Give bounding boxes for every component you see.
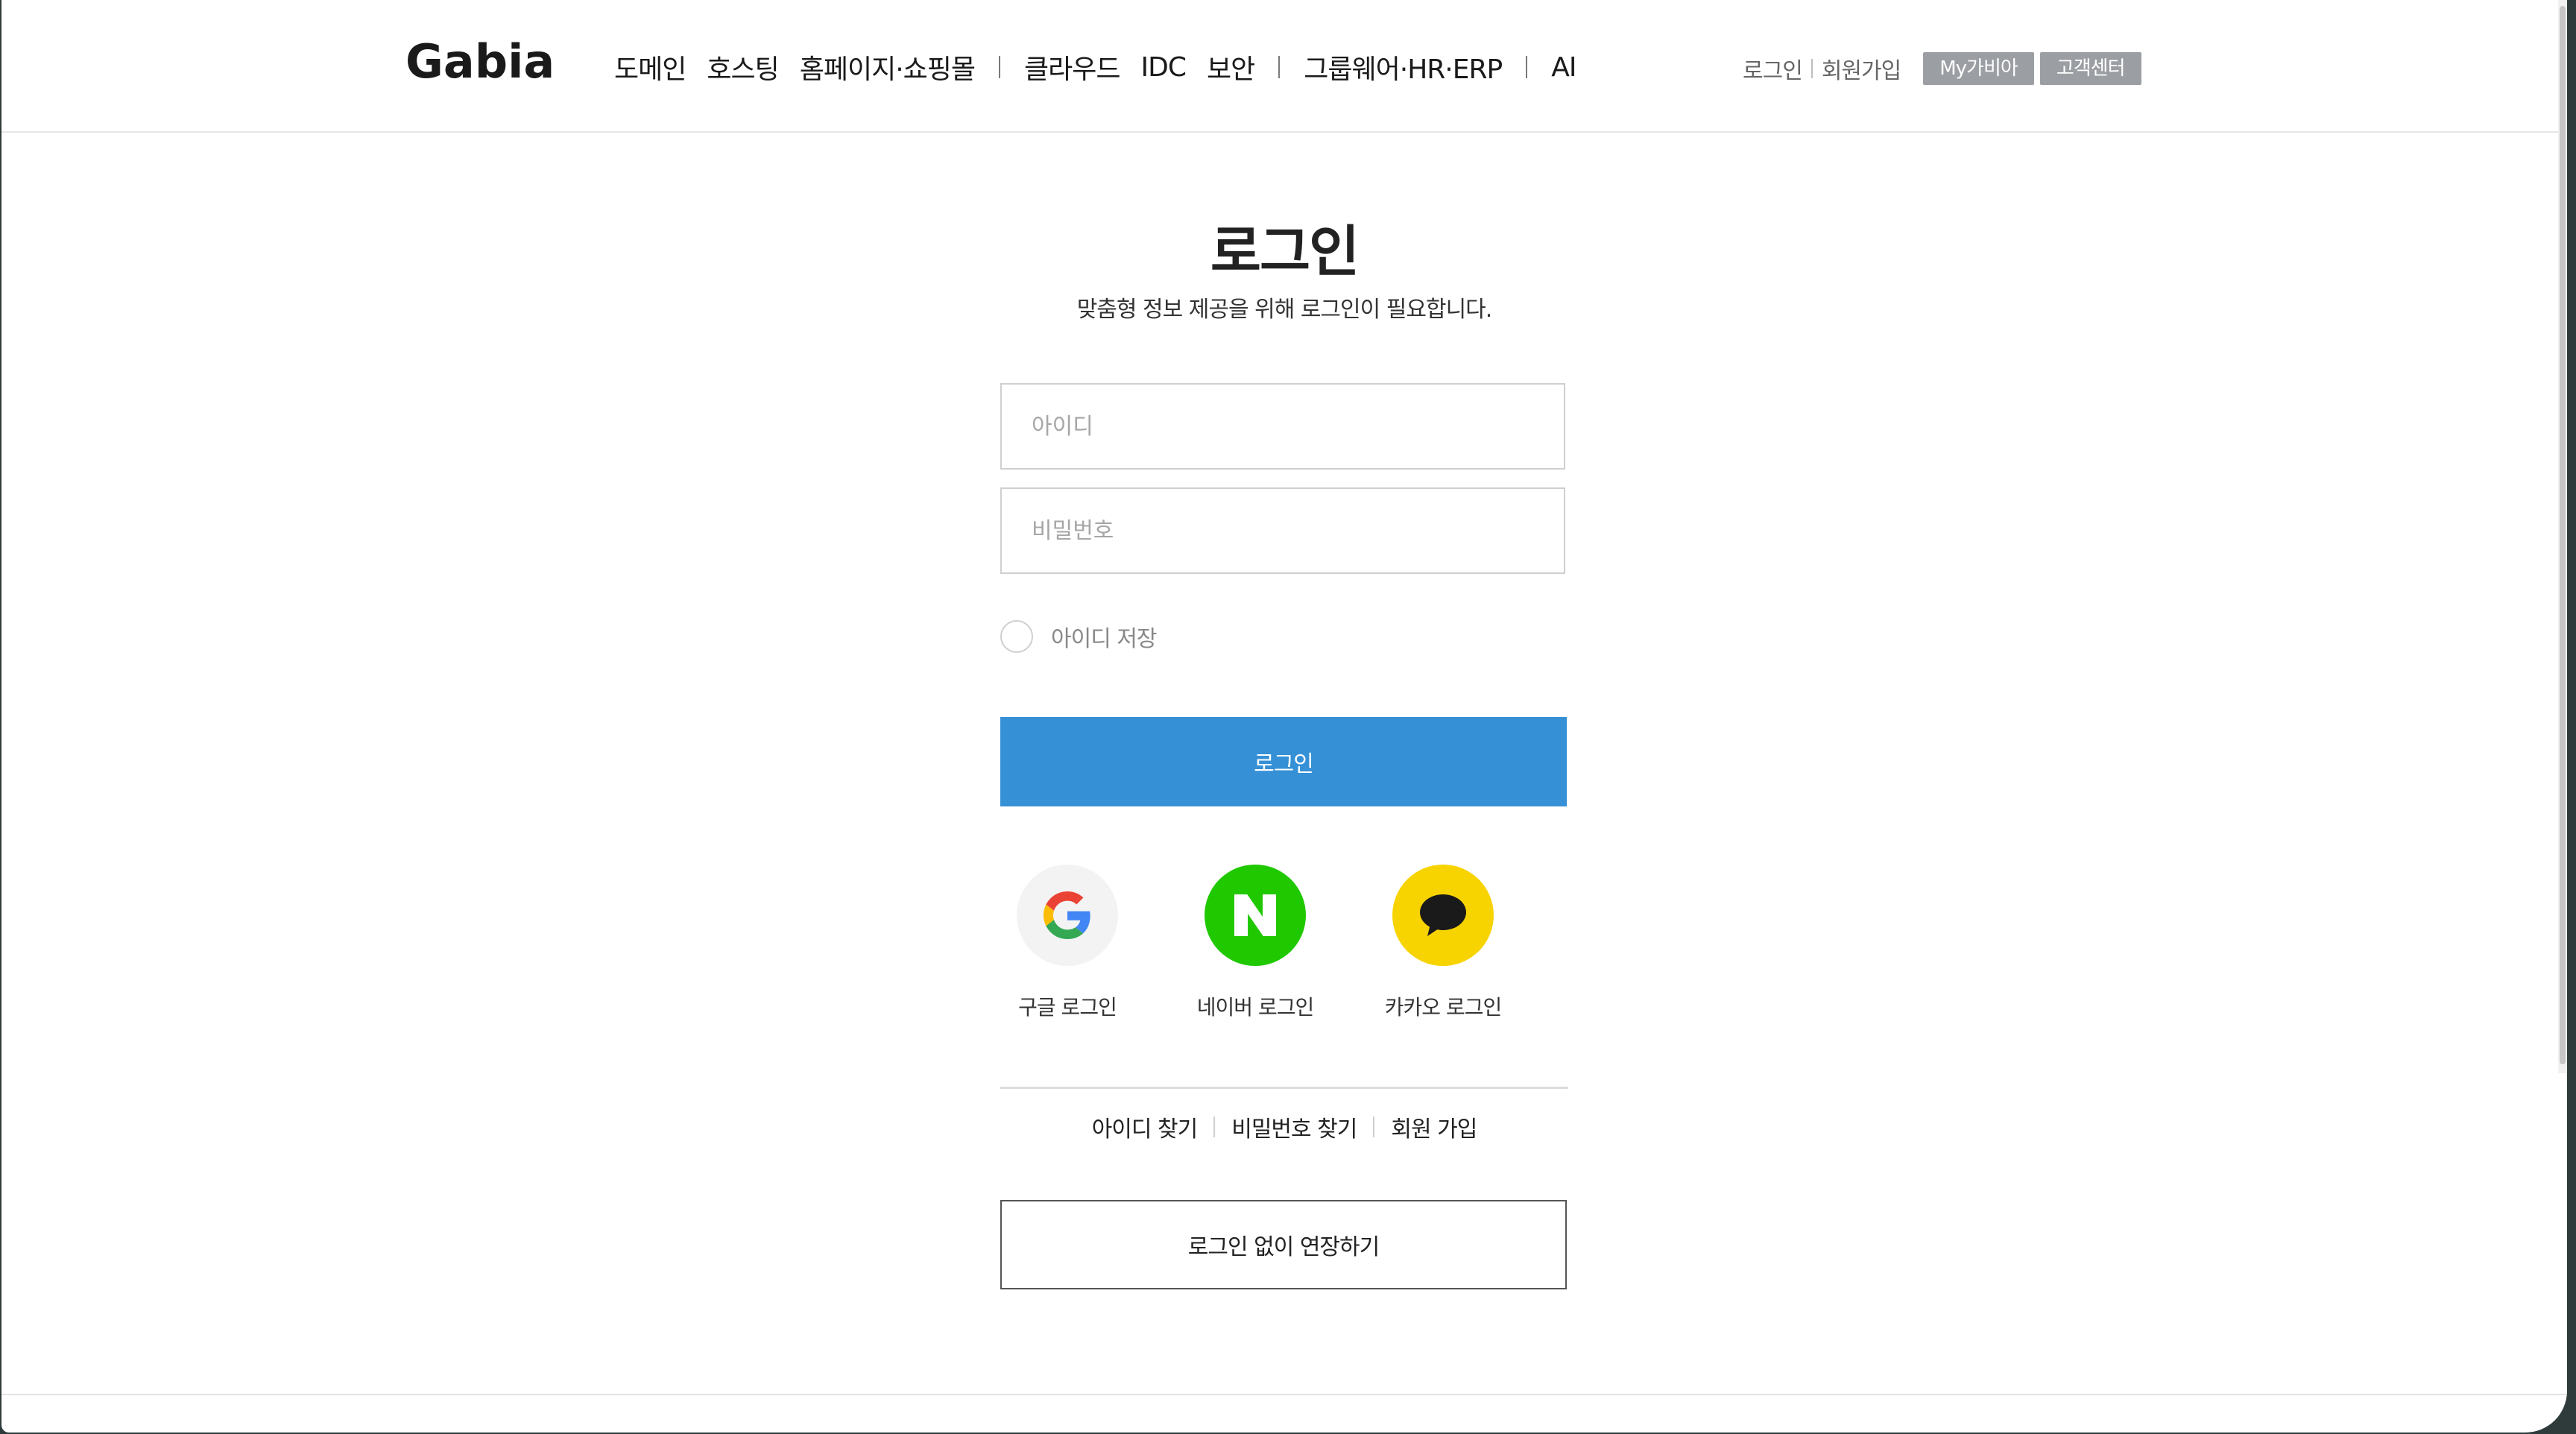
site-header: Gabia 도메인 호스팅 홈페이지·쇼핑몰 클라우드 IDC 보안 그룹웨어·…: [1, 0, 2567, 133]
nav-cloud[interactable]: 클라우드: [1024, 48, 1120, 86]
google-login-button[interactable]: 구글 로그인: [1000, 865, 1134, 1021]
page-scrollbar[interactable]: [2558, 0, 2567, 1073]
password-input[interactable]: [1000, 487, 1565, 574]
mygabia-button[interactable]: My가비아: [1923, 52, 2034, 85]
main-nav: 도메인 호스팅 홈페이지·쇼핑몰 클라우드 IDC 보안 그룹웨어·HR·ERP…: [614, 48, 1597, 86]
util-signup-link[interactable]: 회원가입: [1822, 52, 1901, 85]
login-panel: 로그인 맞춤형 정보 제공을 위해 로그인이 필요합니다. 아이디 저장 로그인…: [1000, 216, 1568, 1289]
account-help-links: 아이디 찾기 비밀번호 찾기 회원 가입: [1000, 1111, 1568, 1143]
nav-ai[interactable]: AI: [1551, 52, 1576, 83]
join-link[interactable]: 회원 가입: [1391, 1111, 1477, 1143]
save-id-label: 아이디 저장: [1051, 626, 1158, 652]
footer-divider: [1, 1394, 2567, 1395]
find-password-link[interactable]: 비밀번호 찾기: [1231, 1111, 1357, 1143]
nav-idc[interactable]: IDC: [1141, 52, 1187, 83]
nav-divider: [1278, 56, 1281, 78]
save-id-checkbox[interactable]: [1000, 620, 1033, 653]
browser-window: Gabia 도메인 호스팅 홈페이지·쇼핑몰 클라우드 IDC 보안 그룹웨어·…: [1, 0, 2567, 1433]
id-input[interactable]: [1000, 383, 1565, 470]
kakao-login-button[interactable]: 카카오 로그인: [1376, 865, 1510, 1021]
naver-login-label: 네이버 로그인: [1196, 995, 1314, 1020]
renew-without-login-button[interactable]: 로그인 없이 연장하기: [1000, 1200, 1567, 1289]
support-center-button[interactable]: 고객센터: [2039, 52, 2141, 85]
nav-divider: [999, 56, 1001, 78]
nav-security[interactable]: 보안: [1207, 48, 1255, 86]
link-divider: [1373, 1116, 1375, 1137]
util-login-link[interactable]: 로그인: [1743, 52, 1803, 85]
nav-groupware-hr-erp[interactable]: 그룹웨어·HR·ERP: [1304, 48, 1503, 86]
util-divider: [1811, 59, 1813, 78]
google-login-label: 구글 로그인: [1018, 995, 1117, 1020]
save-id-option[interactable]: 아이디 저장: [1000, 620, 1158, 653]
naver-logo-icon: [1205, 865, 1306, 966]
link-divider: [1213, 1116, 1216, 1137]
naver-login-button[interactable]: 네이버 로그인: [1188, 865, 1322, 1021]
nav-domain[interactable]: 도메인: [614, 48, 686, 86]
find-id-link[interactable]: 아이디 찾기: [1092, 1111, 1199, 1143]
kakao-login-label: 카카오 로그인: [1384, 995, 1502, 1020]
scrollbar-thumb[interactable]: [2560, 6, 2566, 1064]
utility-menu: 로그인 회원가입 My가비아 고객센터: [1743, 52, 2141, 85]
google-logo-icon: [1017, 865, 1118, 966]
nav-homepage-shoppingmall[interactable]: 홈페이지·쇼핑몰: [800, 48, 976, 86]
page-title: 로그인: [1210, 220, 1360, 284]
login-submit-button[interactable]: 로그인: [1000, 717, 1567, 806]
nav-divider: [1526, 56, 1528, 78]
kakao-speech-bubble-icon: [1392, 865, 1494, 966]
nav-hosting[interactable]: 호스팅: [707, 48, 779, 86]
section-divider: [1000, 1087, 1568, 1089]
page-subtitle: 맞춤형 정보 제공을 위해 로그인이 필요합니다.: [1076, 297, 1493, 323]
gabia-logo[interactable]: Gabia: [405, 34, 555, 89]
